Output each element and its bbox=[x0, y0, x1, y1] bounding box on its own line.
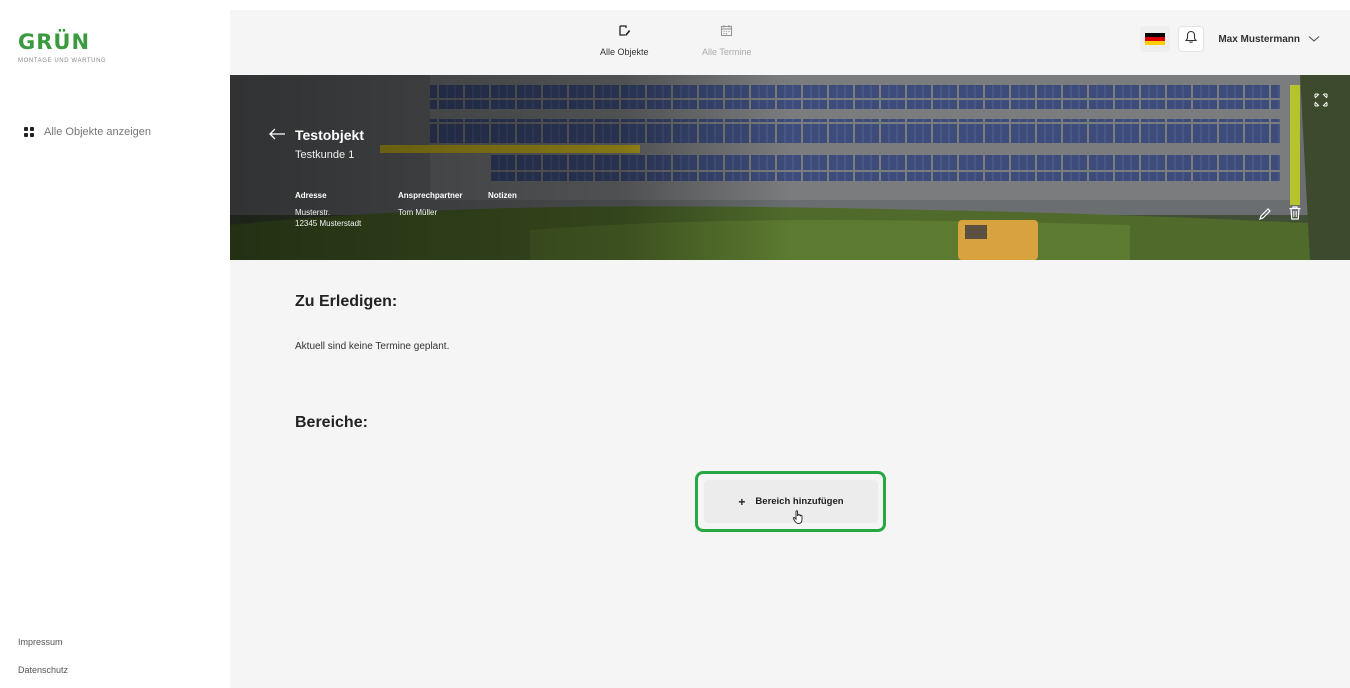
edit-icon[interactable] bbox=[1258, 207, 1272, 226]
address-label: Adresse bbox=[295, 191, 327, 200]
hero-overlay bbox=[230, 75, 790, 260]
notes-label: Notizen bbox=[488, 191, 517, 200]
user-name[interactable]: Max Mustermann bbox=[1218, 34, 1300, 45]
brand-tagline: MONTAGE UND WARTUNG bbox=[18, 58, 107, 64]
hand-cursor-icon bbox=[792, 509, 806, 530]
main-panel: Alle Objekte Alle Termine Max Mustermann… bbox=[230, 10, 1350, 688]
language-switch[interactable] bbox=[1140, 26, 1171, 52]
plus-icon: + bbox=[738, 494, 746, 509]
calendar-icon bbox=[720, 24, 733, 42]
fullscreen-icon[interactable] bbox=[1314, 93, 1328, 112]
contact-label: Ansprechpartner bbox=[398, 191, 463, 200]
top-navigation: Alle Objekte Alle Termine Max Mustermann bbox=[230, 10, 1350, 75]
add-area-button[interactable]: + Bereich hinzufügen bbox=[704, 480, 878, 523]
de-flag-icon bbox=[1145, 33, 1166, 45]
grid-icon bbox=[24, 127, 34, 137]
object-hero: Testobjekt Testkunde 1 Adresse Musterstr… bbox=[230, 75, 1350, 260]
add-area-label: Bereich hinzufügen bbox=[755, 496, 844, 507]
address-line-2: 12345 Musterstadt bbox=[295, 219, 362, 228]
datenschutz-link[interactable]: Datenschutz bbox=[18, 665, 68, 675]
address-line-1: Musterstr. bbox=[295, 208, 331, 217]
areas-heading: Bereiche: bbox=[295, 414, 368, 431]
todo-heading: Zu Erledigen: bbox=[295, 293, 398, 310]
objects-icon bbox=[618, 24, 631, 42]
object-customer: Testkunde 1 bbox=[295, 149, 355, 161]
sidebar: GRÜN MONTAGE UND WARTUNG Alle Objekte an… bbox=[0, 0, 230, 688]
tab-all-objects[interactable]: Alle Objekte bbox=[600, 24, 649, 57]
contact-name: Tom Müller bbox=[398, 208, 438, 217]
todo-empty-message: Aktuell sind keine Termine geplant. bbox=[295, 341, 450, 352]
sidebar-item-label: Alle Objekte anzeigen bbox=[44, 126, 152, 138]
trash-icon[interactable] bbox=[1288, 205, 1302, 226]
back-arrow-icon[interactable] bbox=[268, 127, 286, 146]
brand-logo[interactable]: GRÜN MONTAGE UND WARTUNG bbox=[18, 30, 106, 64]
chevron-down-icon[interactable] bbox=[1308, 35, 1320, 43]
tab-label: Alle Objekte bbox=[600, 47, 649, 57]
impressum-link[interactable]: Impressum bbox=[18, 637, 63, 647]
sidebar-item-all-objects[interactable]: Alle Objekte anzeigen bbox=[24, 126, 151, 138]
notifications-button[interactable] bbox=[1178, 26, 1205, 52]
tab-label: Alle Termine bbox=[702, 47, 752, 57]
user-area: Max Mustermann bbox=[1140, 26, 1320, 52]
brand-name: GRÜN bbox=[18, 30, 91, 54]
tab-all-appointments[interactable]: Alle Termine bbox=[702, 24, 751, 57]
app-root: GRÜN MONTAGE UND WARTUNG Alle Objekte an… bbox=[0, 0, 1350, 688]
object-title: Testobjekt bbox=[295, 127, 364, 143]
bell-icon bbox=[1184, 30, 1198, 49]
